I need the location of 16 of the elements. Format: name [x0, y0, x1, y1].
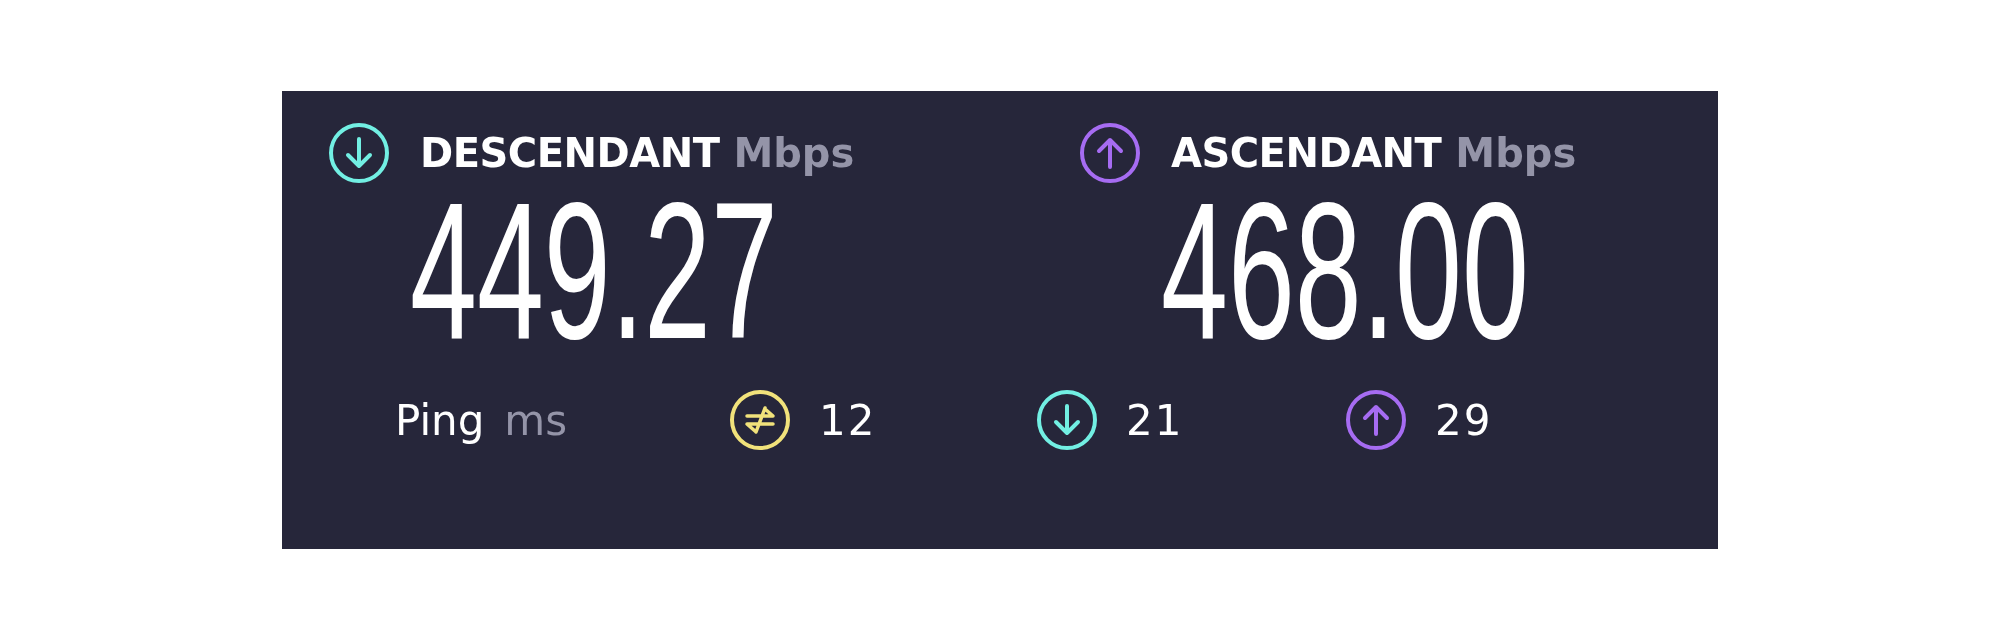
- ping-value: 21: [1126, 395, 1184, 445]
- unit-label: Mbps: [733, 130, 855, 176]
- up-arrow-circle-icon: [1079, 122, 1141, 184]
- speed-value: 449.27: [410, 191, 778, 351]
- up-arrow-circle-icon: [1345, 389, 1407, 451]
- ping-value: 29: [1435, 395, 1493, 445]
- unit-label: ms: [504, 395, 568, 445]
- speed-value: 468.00: [1161, 191, 1529, 351]
- ping-label: Ping: [395, 395, 485, 445]
- swap-arrows-circle-icon: [729, 389, 791, 451]
- down-arrow-circle-icon: [1036, 389, 1098, 451]
- speed-label: ASCENDANT: [1171, 130, 1442, 176]
- ping-value: 12: [819, 395, 877, 445]
- speed-label: DESCENDANT: [420, 130, 720, 176]
- unit-label: Mbps: [1455, 130, 1577, 176]
- down-arrow-circle-icon: [328, 122, 390, 184]
